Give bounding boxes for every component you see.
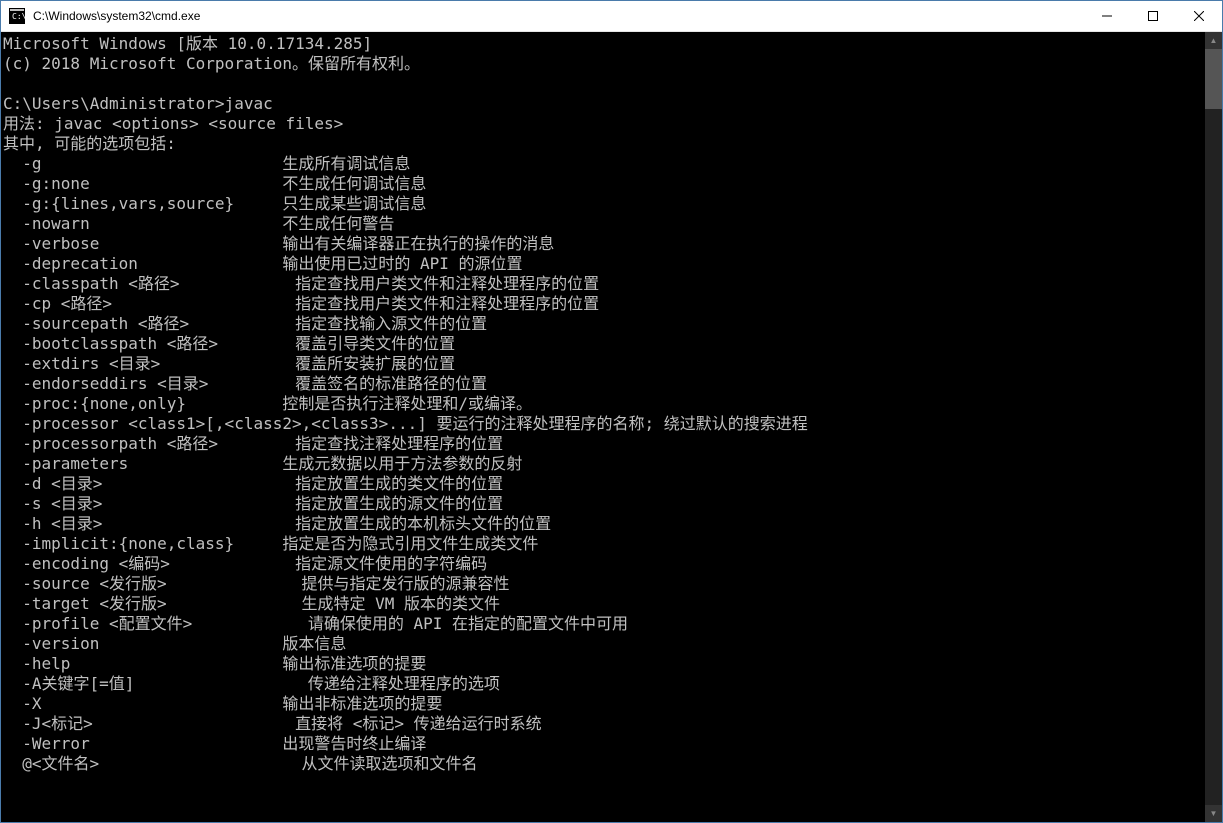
console-line: -bootclasspath <路径> 覆盖引导类文件的位置 <box>3 334 1205 354</box>
scrollbar-down-arrow[interactable]: ▼ <box>1205 805 1222 822</box>
console-line: -g:none 不生成任何调试信息 <box>3 174 1205 194</box>
console-line: 其中, 可能的选项包括: <box>3 134 1205 154</box>
vertical-scrollbar[interactable]: ▲ ▼ <box>1205 32 1222 822</box>
console-line: -parameters 生成元数据以用于方法参数的反射 <box>3 454 1205 474</box>
console-line: -endorseddirs <目录> 覆盖签名的标准路径的位置 <box>3 374 1205 394</box>
console-line: -processor <class1>[,<class2>,<class3>..… <box>3 414 1205 434</box>
console-line: -J<标记> 直接将 <标记> 传递给运行时系统 <box>3 714 1205 734</box>
window-title: C:\Windows\system32\cmd.exe <box>31 9 1084 23</box>
console-line: C:\Users\Administrator>javac <box>3 94 1205 114</box>
console-line: 用法: javac <options> <source files> <box>3 114 1205 134</box>
console-line: -processorpath <路径> 指定查找注释处理程序的位置 <box>3 434 1205 454</box>
window-titlebar: C:\ C:\Windows\system32\cmd.exe <box>1 1 1222 32</box>
svg-text:C:\: C:\ <box>12 12 25 21</box>
console-output[interactable]: Microsoft Windows [版本 10.0.17134.285](c)… <box>1 32 1205 822</box>
console-line: -s <目录> 指定放置生成的源文件的位置 <box>3 494 1205 514</box>
console-line: -version 版本信息 <box>3 634 1205 654</box>
console-line: -g:{lines,vars,source} 只生成某些调试信息 <box>3 194 1205 214</box>
console-line: -h <目录> 指定放置生成的本机标头文件的位置 <box>3 514 1205 534</box>
console-line: Microsoft Windows [版本 10.0.17134.285] <box>3 34 1205 54</box>
console-line: -target <发行版> 生成特定 VM 版本的类文件 <box>3 594 1205 614</box>
console-line: -help 输出标准选项的提要 <box>3 654 1205 674</box>
console-line: -d <目录> 指定放置生成的类文件的位置 <box>3 474 1205 494</box>
console-line: -sourcepath <路径> 指定查找输入源文件的位置 <box>3 314 1205 334</box>
scrollbar-up-arrow[interactable]: ▲ <box>1205 32 1222 49</box>
console-line: -cp <路径> 指定查找用户类文件和注释处理程序的位置 <box>3 294 1205 314</box>
console-line: -Werror 出现警告时终止编译 <box>3 734 1205 754</box>
console-line: -verbose 输出有关编译器正在执行的操作的消息 <box>3 234 1205 254</box>
maximize-button[interactable] <box>1130 1 1176 31</box>
console-line: -classpath <路径> 指定查找用户类文件和注释处理程序的位置 <box>3 274 1205 294</box>
console-line: @<文件名> 从文件读取选项和文件名 <box>3 754 1205 774</box>
console-line: -implicit:{none,class} 指定是否为隐式引用文件生成类文件 <box>3 534 1205 554</box>
scrollbar-thumb[interactable] <box>1205 49 1222 109</box>
console-line: -A关键字[=值] 传递给注释处理程序的选项 <box>3 674 1205 694</box>
console-line: -encoding <编码> 指定源文件使用的字符编码 <box>3 554 1205 574</box>
cmd-icon: C:\ <box>9 8 25 24</box>
console-line: -source <发行版> 提供与指定发行版的源兼容性 <box>3 574 1205 594</box>
console-line: -extdirs <目录> 覆盖所安装扩展的位置 <box>3 354 1205 374</box>
console-line <box>3 74 1205 94</box>
window-controls <box>1084 1 1222 31</box>
close-button[interactable] <box>1176 1 1222 31</box>
console-line: (c) 2018 Microsoft Corporation。保留所有权利。 <box>3 54 1205 74</box>
console-area: Microsoft Windows [版本 10.0.17134.285](c)… <box>1 32 1222 822</box>
console-line: -proc:{none,only} 控制是否执行注释处理和/或编译。 <box>3 394 1205 414</box>
console-line: -profile <配置文件> 请确保使用的 API 在指定的配置文件中可用 <box>3 614 1205 634</box>
console-line: -g 生成所有调试信息 <box>3 154 1205 174</box>
console-line: -nowarn 不生成任何警告 <box>3 214 1205 234</box>
console-line: -deprecation 输出使用已过时的 API 的源位置 <box>3 254 1205 274</box>
console-line: -X 输出非标准选项的提要 <box>3 694 1205 714</box>
minimize-button[interactable] <box>1084 1 1130 31</box>
